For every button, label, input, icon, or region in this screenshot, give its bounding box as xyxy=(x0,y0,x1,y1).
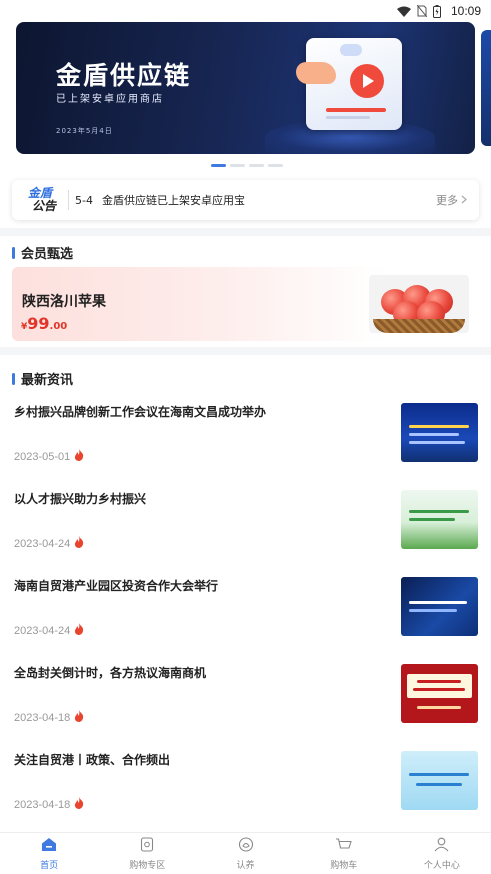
battery-icon xyxy=(432,4,441,18)
news-date: 2023-04-24 xyxy=(14,623,84,638)
news-date-text: 2023-04-18 xyxy=(14,711,71,724)
tab-label: 认养 xyxy=(236,860,255,871)
no-sim-icon xyxy=(416,5,427,17)
tab-profile[interactable]: 个人中心 xyxy=(393,833,491,874)
announcement-date: 5-4 xyxy=(75,194,93,207)
news-date-text: 2023-04-18 xyxy=(14,798,71,811)
banner-title: 金盾供应链 xyxy=(56,61,192,90)
more-label: 更多 xyxy=(436,194,458,207)
announcement-message: 金盾供应链已上架安卓应用宝 xyxy=(101,194,245,207)
news-thumbnail xyxy=(401,403,478,462)
play-icon xyxy=(350,64,384,98)
price-integer: 99 xyxy=(27,314,50,333)
news-section-header: 最新资讯 xyxy=(12,369,73,388)
fire-icon xyxy=(74,797,84,812)
more-link[interactable]: 更多 xyxy=(436,192,479,208)
fire-icon xyxy=(74,710,84,725)
news-item[interactable]: 关注自贸港丨政策、合作频出 2023-04-18 xyxy=(0,751,491,838)
news-date-text: 2023-04-24 xyxy=(14,537,71,550)
divider xyxy=(68,190,69,210)
banner-subtitle: 已上架安卓应用商店 xyxy=(56,94,164,105)
news-title: 海南自贸港产业园区投资合作大会举行 xyxy=(14,579,219,593)
wifi-icon xyxy=(396,6,411,17)
shopping-bag-icon xyxy=(140,836,154,855)
next-banner-peek[interactable] xyxy=(481,30,491,146)
fire-icon xyxy=(74,449,84,464)
status-bar: 10:09 xyxy=(0,0,491,22)
news-date-text: 2023-04-24 xyxy=(14,624,71,637)
news-section-title: 最新资讯 xyxy=(21,373,74,388)
carousel-dot[interactable] xyxy=(268,164,283,167)
banner-date: 2023年5月4日 xyxy=(56,127,113,135)
news-title: 乡村振兴品牌创新工作会议在海南文昌成功举办 xyxy=(14,405,267,419)
news-thumbnail xyxy=(401,490,478,549)
news-item[interactable]: 全岛封关倒计时，各方热议海南商机 2023-04-18 xyxy=(0,664,491,751)
member-section-title: 会员甄选 xyxy=(21,247,74,262)
member-section-header: 会员甄选 xyxy=(12,243,73,262)
tab-label: 首页 xyxy=(40,860,59,871)
announcement-logo: 金盾 公告 xyxy=(12,187,68,213)
home-icon xyxy=(41,837,57,855)
product-name: 陕西洛川苹果 xyxy=(22,294,106,310)
news-title: 全岛封关倒计时，各方热议海南商机 xyxy=(14,666,207,680)
product-card[interactable]: 陕西洛川苹果 ¥99.00 xyxy=(12,267,479,341)
fire-icon xyxy=(74,536,84,551)
news-date: 2023-04-18 xyxy=(14,797,84,812)
hand-illustration xyxy=(296,62,336,84)
section-separator xyxy=(0,228,491,236)
fire-icon xyxy=(74,623,84,638)
tab-label: 购物专区 xyxy=(129,860,166,871)
banner-carousel[interactable]: 金盾供应链 已上架安卓应用商店 2023年5月4日 xyxy=(16,22,475,154)
banner-phone-illustration xyxy=(306,38,402,130)
price-decimal: .00 xyxy=(49,321,68,332)
tab-adopt[interactable]: 认养 xyxy=(196,833,294,874)
adopt-icon xyxy=(238,836,254,855)
chevron-right-icon xyxy=(461,194,467,207)
news-date: 2023-04-24 xyxy=(14,536,84,551)
tab-label: 购物车 xyxy=(330,860,358,871)
news-item[interactable]: 以人才振兴助力乡村振兴 2023-04-24 xyxy=(0,490,491,577)
news-thumbnail xyxy=(401,751,478,810)
product-price: ¥99.00 xyxy=(21,314,67,333)
news-thumbnail xyxy=(401,577,478,636)
status-time: 10:09 xyxy=(450,4,481,18)
carousel-indicator xyxy=(211,164,283,167)
news-date: 2023-05-01 xyxy=(14,449,84,464)
bottom-tab-bar: 首页 购物专区 认养 购物车 个人中心 xyxy=(0,832,491,874)
news-thumbnail xyxy=(401,664,478,723)
section-accent-bar xyxy=(12,246,15,259)
carousel-dot[interactable] xyxy=(249,164,264,167)
section-separator xyxy=(0,347,491,355)
announcement-logo-line2: 公告 xyxy=(31,199,56,213)
news-title: 关注自贸港丨政策、合作频出 xyxy=(14,753,171,767)
news-title: 以人才振兴助力乡村振兴 xyxy=(14,492,147,506)
announcement-text[interactable]: 5-4 金盾供应链已上架安卓应用宝 xyxy=(75,192,436,208)
news-item[interactable]: 海南自贸港产业园区投资合作大会举行 2023-04-24 xyxy=(0,577,491,664)
user-icon xyxy=(434,837,449,855)
cart-icon xyxy=(335,837,352,855)
tab-cart[interactable]: 购物车 xyxy=(295,833,393,874)
news-item[interactable]: 乡村振兴品牌创新工作会议在海南文昌成功举办 2023-05-01 xyxy=(0,403,491,490)
tab-label: 个人中心 xyxy=(423,860,460,871)
product-image xyxy=(369,275,469,333)
carousel-dot[interactable] xyxy=(211,164,226,167)
tab-shopping-zone[interactable]: 购物专区 xyxy=(98,833,196,874)
news-date-text: 2023-05-01 xyxy=(14,450,71,463)
section-accent-bar xyxy=(12,372,15,385)
tab-home[interactable]: 首页 xyxy=(0,833,98,874)
carousel-dot[interactable] xyxy=(230,164,245,167)
announcement-bar[interactable]: 金盾 公告 5-4 金盾供应链已上架安卓应用宝 更多 xyxy=(12,180,479,220)
news-date: 2023-04-18 xyxy=(14,710,84,725)
